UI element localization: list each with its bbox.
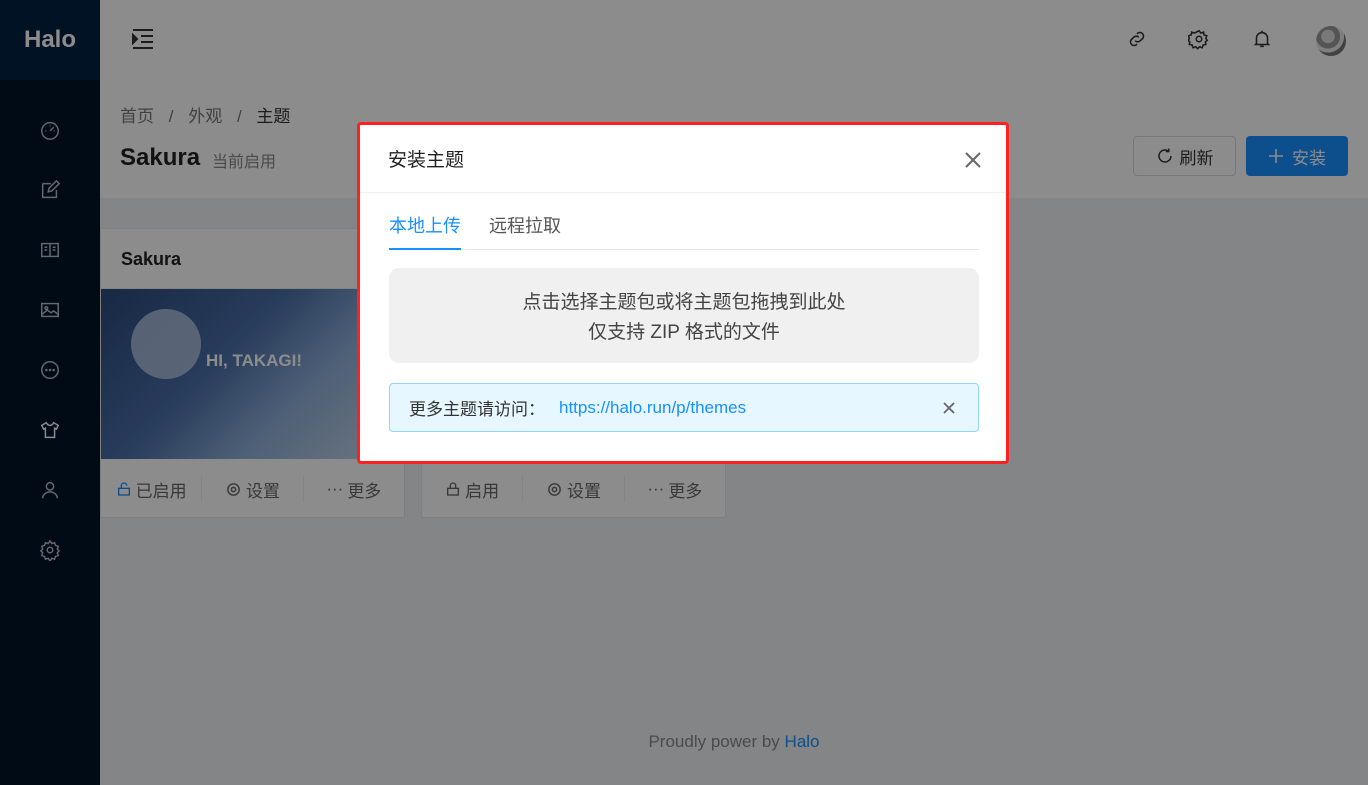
modal-close-button[interactable] — [964, 151, 982, 169]
dropzone-format-hint: 仅支持 ZIP 格式的文件 — [588, 322, 780, 343]
modal-header: 安装主题 — [360, 125, 1006, 193]
close-icon — [965, 152, 981, 168]
tab-local-upload[interactable]: 本地上传 — [389, 212, 461, 250]
dropzone-hint: 点击选择主题包或将主题包拖拽到此处 — [522, 292, 846, 313]
themes-link[interactable]: https://halo.run/p/themes — [559, 398, 746, 418]
alert-text: 更多主题请访问： — [409, 400, 545, 419]
modal-title: 安装主题 — [388, 150, 465, 171]
upload-dropzone[interactable]: 点击选择主题包或将主题包拖拽到此处 仅支持 ZIP 格式的文件 — [389, 268, 979, 363]
close-icon — [943, 402, 955, 414]
alert-close-button[interactable] — [942, 400, 956, 414]
tab-remote-fetch[interactable]: 远程拉取 — [489, 212, 561, 250]
modal-tabs: 本地上传 远程拉取 — [389, 208, 979, 250]
install-theme-modal: 安装主题 本地上传 远程拉取 点击选择主题包或将主题包拖拽到此处 仅支持 ZIP… — [357, 122, 1009, 464]
info-alert: 更多主题请访问： https://halo.run/p/themes — [389, 383, 979, 432]
